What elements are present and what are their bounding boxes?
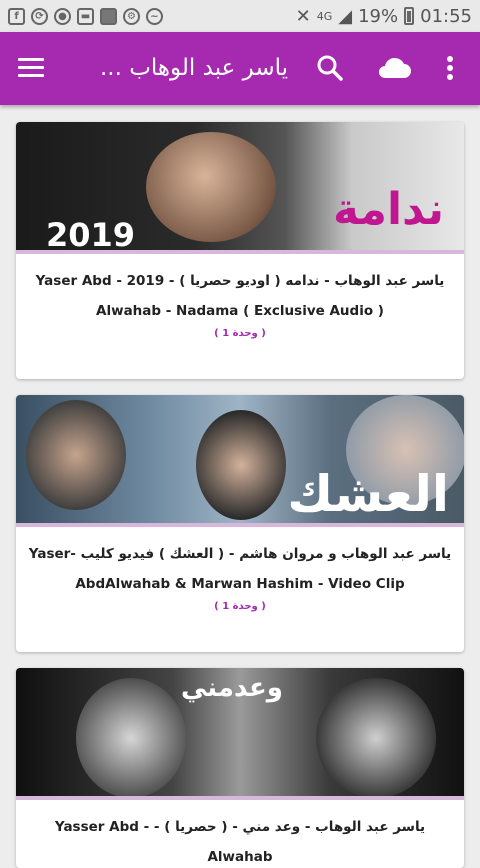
- singer-photo: [76, 678, 186, 798]
- image-thumbnail-icon: [100, 7, 117, 25]
- singer-photo: [196, 410, 286, 520]
- app-bar: ياسر عبد الوهاب ...: [0, 32, 480, 105]
- video-thumbnail[interactable]: 2019 ندامة: [16, 122, 464, 254]
- facebook-icon: f: [8, 7, 25, 25]
- video-count: ( 1 وحدة ): [214, 601, 266, 612]
- video-thumbnail[interactable]: وعدمني: [16, 668, 464, 800]
- notification-icons: f ⟳ ● ▬ ⚙ ~: [8, 7, 163, 25]
- settings-icon: ⚙: [123, 7, 140, 25]
- singer-photo: [316, 678, 436, 798]
- search-icon[interactable]: [316, 54, 344, 82]
- video-title[interactable]: ياسر عبد الوهاب و مروان هاشم - ( العشك )…: [26, 539, 454, 599]
- video-title[interactable]: ياسر عبد الوهاب - ندامه ( اوديو حصريا ) …: [26, 266, 454, 326]
- cloud-icon[interactable]: [376, 54, 412, 82]
- thumbnail-accent-strip: [16, 523, 464, 527]
- thumbnail-title-overlay: وعدمني: [181, 673, 283, 703]
- thumbnail-title-overlay: ندامة: [333, 184, 444, 235]
- thumbnail-title-overlay: العشك: [287, 465, 449, 523]
- singer-photo: [146, 132, 276, 242]
- video-thumbnail[interactable]: العشك: [16, 395, 464, 527]
- messenger-icon: ~: [146, 7, 163, 25]
- video-card[interactable]: وعدمني ياسر عبد الوهاب - وعد مني - ( حصر…: [16, 668, 464, 868]
- app-bar-title: ياسر عبد الوهاب ...: [100, 55, 289, 81]
- more-options-icon[interactable]: [440, 54, 460, 82]
- thumbnail-accent-strip: [16, 250, 464, 254]
- video-title[interactable]: ياسر عبد الوهاب - وعد مني - ( حصريا ) - …: [26, 812, 454, 868]
- signal-icon: ◢: [338, 5, 353, 27]
- record-icon: ●: [54, 7, 71, 25]
- singer-photo: [26, 400, 126, 510]
- battery-icon: [404, 7, 415, 25]
- battery-percent: 19%: [358, 5, 399, 27]
- video-card[interactable]: 2019 ندامة ياسر عبد الوهاب - ندامه ( اود…: [16, 122, 464, 379]
- thumbnail-accent-strip: [16, 796, 464, 800]
- refresh-icon: ⟳: [31, 7, 48, 25]
- network-type: 4G: [316, 9, 333, 23]
- video-count: ( 1 وحدة ): [214, 328, 266, 339]
- menu-icon[interactable]: [18, 58, 44, 78]
- video-card[interactable]: العشك ياسر عبد الوهاب و مروان هاشم - ( ا…: [16, 395, 464, 652]
- thumbnail-year-overlay: 2019: [46, 216, 136, 254]
- mute-icon: ✕: [295, 5, 311, 27]
- clock: 01:55: [420, 5, 472, 27]
- app-icon: ▬: [77, 7, 94, 25]
- status-bar: f ⟳ ● ▬ ⚙ ~ ✕ 4G ◢ 19% 01:55: [0, 0, 480, 32]
